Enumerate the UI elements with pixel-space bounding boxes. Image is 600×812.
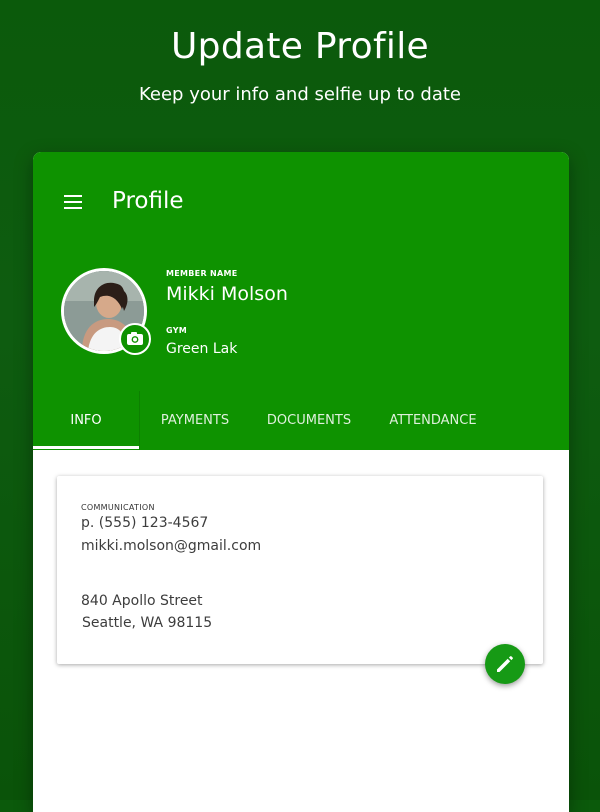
communication-card: COMMUNICATION p. (555) 123-4567 mikki.mo… <box>57 476 543 664</box>
promo-title: Update Profile <box>171 26 429 67</box>
tab-info[interactable]: INFO <box>33 391 139 450</box>
profile-header: Profile MEMBER NAME Mikki Molson GYM Gre… <box>33 152 569 450</box>
gym-name: Green Lak <box>166 341 238 357</box>
member-name: Mikki Molson <box>166 283 288 305</box>
active-tab-indicator <box>33 446 139 449</box>
tab-documents[interactable]: DOCUMENTS <box>251 391 367 450</box>
promo-subtitle: Keep your info and selfie up to date <box>139 84 461 105</box>
edit-button[interactable] <box>485 644 525 684</box>
tab-divider <box>139 391 140 450</box>
communication-label: COMMUNICATION <box>81 503 155 512</box>
address-line-1: 840 Apollo Street <box>81 593 203 609</box>
address-line-2: Seattle, WA 98115 <box>82 615 213 631</box>
profile-tabs: INFO PAYMENTS DOCUMENTS ATTENDANCE <box>33 391 569 450</box>
app-screen: Profile MEMBER NAME Mikki Molson GYM Gre… <box>33 152 569 812</box>
gym-label: GYM <box>166 326 188 335</box>
camera-icon[interactable] <box>119 323 151 355</box>
avatar-container[interactable] <box>61 268 151 356</box>
hamburger-menu-icon[interactable] <box>64 195 84 211</box>
email-address[interactable]: mikki.molson@gmail.com <box>81 538 261 554</box>
pencil-edit-icon <box>497 656 513 672</box>
member-name-label: MEMBER NAME <box>166 269 238 278</box>
phone-number[interactable]: p. (555) 123-4567 <box>81 515 208 531</box>
tab-payments[interactable]: PAYMENTS <box>143 391 247 450</box>
page-title: Profile <box>112 188 184 214</box>
tab-attendance[interactable]: ATTENDANCE <box>371 391 495 450</box>
